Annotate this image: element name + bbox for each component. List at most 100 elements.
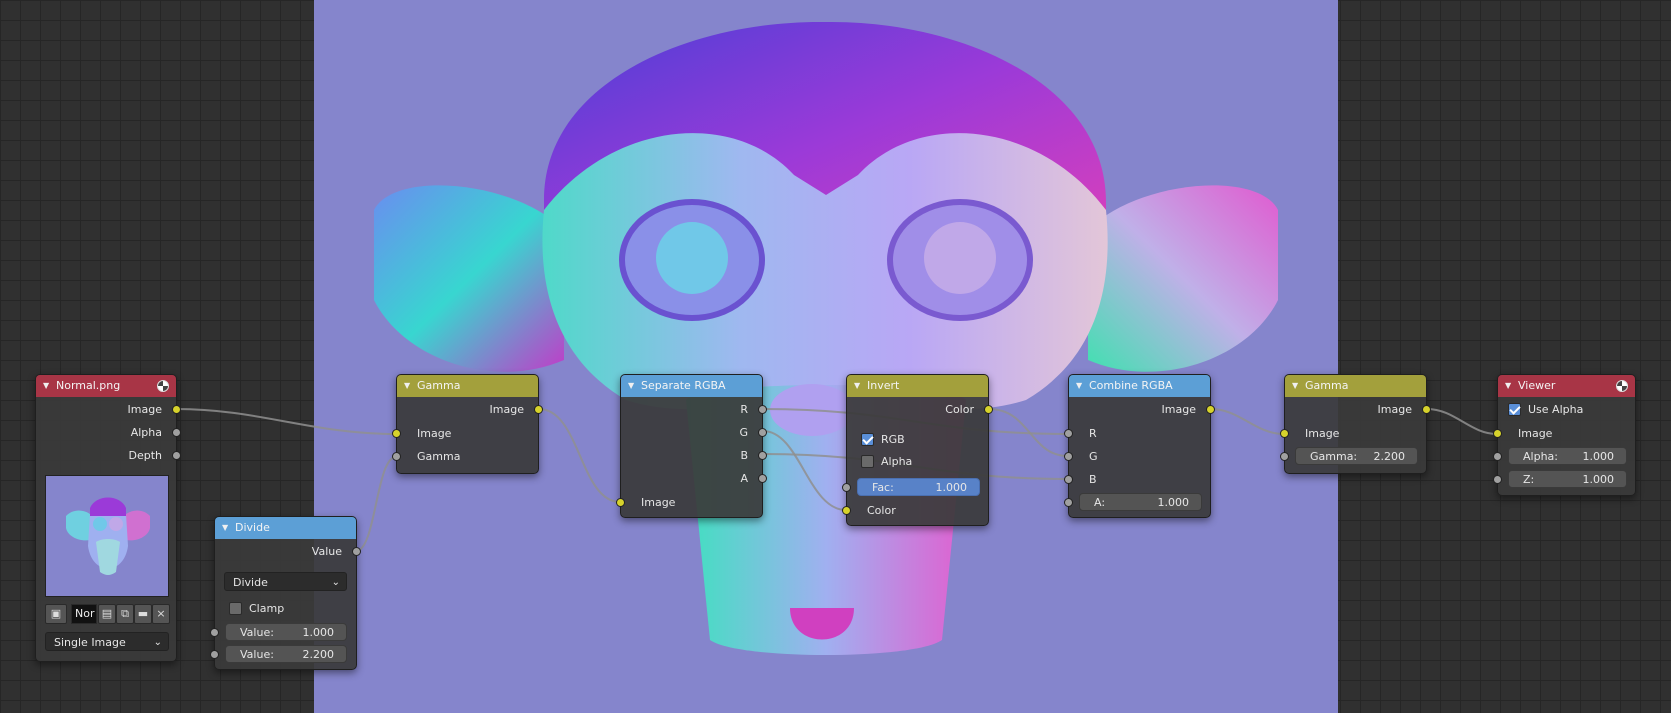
collapse-icon[interactable]: ▼ bbox=[43, 375, 49, 397]
node-header[interactable]: ▼ Gamma bbox=[1285, 375, 1426, 397]
node-header[interactable]: ▼ Normal.png bbox=[36, 375, 176, 397]
socket-output-image[interactable] bbox=[1206, 405, 1215, 414]
rgb-checkbox[interactable] bbox=[861, 433, 874, 446]
socket-input-alpha[interactable] bbox=[1493, 452, 1502, 461]
socket-input-color[interactable] bbox=[842, 506, 851, 515]
collapse-icon[interactable]: ▼ bbox=[222, 517, 228, 539]
z-field[interactable]: Z: 1.000 bbox=[1508, 470, 1627, 488]
chevron-down-icon: ⌄ bbox=[153, 637, 162, 648]
node-separate-rgba[interactable]: ▼ Separate RGBA R G B A Image bbox=[616, 374, 767, 518]
node-viewer[interactable]: ▼ Viewer Use Alpha Image Alpha: 1.000 Z:… bbox=[1493, 374, 1636, 496]
node-header[interactable]: ▼ Invert bbox=[847, 375, 988, 397]
node-header[interactable]: ▼ Divide bbox=[215, 517, 356, 539]
collapse-icon[interactable]: ▼ bbox=[854, 375, 860, 397]
alpha-field[interactable]: Alpha: 1.000 bbox=[1508, 447, 1627, 465]
field-label: Value: bbox=[240, 626, 274, 639]
socket-input-b[interactable] bbox=[1064, 475, 1073, 484]
node-gamma-1[interactable]: ▼ Gamma Image Image Gamma bbox=[392, 374, 543, 474]
output-label-image: Image bbox=[1377, 403, 1412, 416]
field-label: Z: bbox=[1523, 473, 1535, 486]
socket-output-a[interactable] bbox=[758, 474, 767, 483]
preview-sphere-icon[interactable] bbox=[157, 380, 169, 392]
field-value: 1.000 bbox=[1582, 450, 1615, 463]
node-combine-rgba[interactable]: ▼ Combine RGBA Image R G B A: 1.000 bbox=[1064, 374, 1215, 518]
field-value: 1.000 bbox=[1157, 496, 1190, 509]
socket-input-a[interactable] bbox=[1064, 498, 1073, 507]
output-label-b: B bbox=[740, 449, 748, 462]
socket-output-g[interactable] bbox=[758, 428, 767, 437]
node-header[interactable]: ▼ Combine RGBA bbox=[1069, 375, 1210, 397]
preview-sphere-icon[interactable] bbox=[1616, 380, 1628, 392]
image-source-dropdown[interactable]: Single Image ⌄ bbox=[45, 632, 169, 651]
wire-gamma-to-viewer bbox=[1426, 408, 1498, 435]
value-2-field[interactable]: Value: 2.200 bbox=[225, 645, 347, 663]
input-label-b: B bbox=[1089, 473, 1097, 486]
field-label: Alpha: bbox=[1523, 450, 1558, 463]
image-type-icon[interactable]: ▣ bbox=[45, 604, 67, 624]
output-label-image: Image bbox=[1161, 403, 1196, 416]
a-field[interactable]: A: 1.000 bbox=[1079, 493, 1202, 511]
socket-input-r[interactable] bbox=[1064, 429, 1073, 438]
duplicate-icon[interactable]: ⧉ bbox=[116, 604, 134, 624]
value-1-field[interactable]: Value: 1.000 bbox=[225, 623, 347, 641]
node-title: Gamma bbox=[1305, 379, 1349, 392]
socket-output-alpha[interactable] bbox=[172, 428, 181, 437]
collapse-icon[interactable]: ▼ bbox=[1076, 375, 1082, 397]
socket-output-value[interactable] bbox=[352, 547, 361, 556]
collapse-icon[interactable]: ▼ bbox=[404, 375, 410, 397]
input-label-image: Image bbox=[1305, 427, 1340, 440]
image-name-field[interactable]: Nor bbox=[71, 604, 97, 624]
socket-input-image[interactable] bbox=[1493, 429, 1502, 438]
use-alpha-label: Use Alpha bbox=[1528, 403, 1584, 416]
collapse-icon[interactable]: ▼ bbox=[628, 375, 634, 397]
input-label-r: R bbox=[1089, 427, 1097, 440]
input-label-g: G bbox=[1089, 450, 1098, 463]
use-alpha-checkbox[interactable] bbox=[1508, 403, 1521, 416]
output-label-image: Image bbox=[489, 403, 524, 416]
socket-output-image[interactable] bbox=[1422, 405, 1431, 414]
socket-input-image[interactable] bbox=[616, 498, 625, 507]
node-header[interactable]: ▼ Viewer bbox=[1498, 375, 1635, 397]
math-operation-dropdown[interactable]: Divide ⌄ bbox=[224, 572, 347, 591]
socket-input-value-2[interactable] bbox=[210, 650, 219, 659]
socket-output-color[interactable] bbox=[984, 405, 993, 414]
output-label-depth: Depth bbox=[128, 449, 162, 462]
socket-input-image[interactable] bbox=[1280, 429, 1289, 438]
backdrop-viewer-image bbox=[314, 0, 1338, 713]
output-label-value: Value bbox=[311, 545, 342, 558]
node-divide[interactable]: ▼ Divide Value Divide ⌄ Clamp Value: 1.0… bbox=[210, 516, 361, 670]
field-label: Fac: bbox=[872, 481, 894, 494]
close-icon[interactable]: × bbox=[152, 604, 170, 624]
fac-slider[interactable]: Fac: 1.000 bbox=[857, 478, 980, 496]
socket-input-fac[interactable] bbox=[842, 483, 851, 492]
collapse-icon[interactable]: ▼ bbox=[1292, 375, 1298, 397]
monkey-normal-map bbox=[374, 21, 1278, 655]
node-invert[interactable]: ▼ Invert Color RGB Alpha Fac: 1.000 Colo… bbox=[842, 374, 993, 526]
node-gamma-2[interactable]: ▼ Gamma Image Image Gamma: 2.200 bbox=[1280, 374, 1431, 474]
clamp-checkbox[interactable] bbox=[229, 602, 242, 615]
socket-output-image[interactable] bbox=[534, 405, 543, 414]
socket-input-g[interactable] bbox=[1064, 452, 1073, 461]
socket-input-gamma[interactable] bbox=[1280, 452, 1289, 461]
socket-input-gamma[interactable] bbox=[392, 452, 401, 461]
math-operation-value: Divide bbox=[233, 576, 268, 589]
socket-output-r[interactable] bbox=[758, 405, 767, 414]
gamma-field[interactable]: Gamma: 2.200 bbox=[1295, 447, 1418, 465]
node-title: Divide bbox=[235, 521, 270, 534]
socket-input-value-1[interactable] bbox=[210, 628, 219, 637]
image-source-value: Single Image bbox=[54, 636, 126, 649]
new-file-icon[interactable]: ▤ bbox=[98, 604, 116, 624]
collapse-icon[interactable]: ▼ bbox=[1505, 375, 1511, 397]
socket-output-depth[interactable] bbox=[172, 451, 181, 460]
image-preview bbox=[45, 475, 169, 597]
node-header[interactable]: ▼ Separate RGBA bbox=[621, 375, 762, 397]
socket-input-image[interactable] bbox=[392, 429, 401, 438]
socket-output-image[interactable] bbox=[172, 405, 181, 414]
socket-output-b[interactable] bbox=[758, 451, 767, 460]
socket-input-z[interactable] bbox=[1493, 475, 1502, 484]
node-header[interactable]: ▼ Gamma bbox=[397, 375, 538, 397]
output-label-image: Image bbox=[127, 403, 162, 416]
folder-icon[interactable]: ▬ bbox=[134, 604, 152, 624]
node-image[interactable]: ▼ Normal.png Image Alpha Depth ▣ Nor ▤ ⧉… bbox=[35, 374, 181, 662]
alpha-checkbox[interactable] bbox=[861, 455, 874, 468]
